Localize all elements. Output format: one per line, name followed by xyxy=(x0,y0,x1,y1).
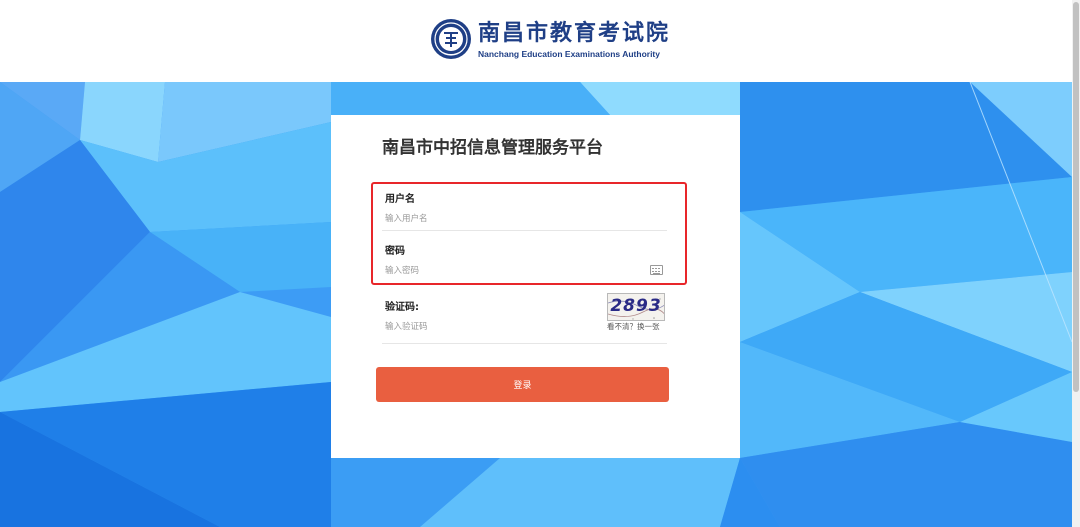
keyboard-icon[interactable] xyxy=(650,265,663,275)
institution-emblem-icon xyxy=(431,19,471,59)
login-button[interactable]: 登录 xyxy=(376,367,669,402)
captcha-refresh-link[interactable]: 看不清？换一张 xyxy=(607,321,660,332)
captcha-label: 验证码: xyxy=(385,302,419,313)
username-label: 用户名 xyxy=(385,194,415,205)
login-card: 南昌市中招信息管理服务平台 用户名 密码 验证码: 2893 看不清？换一张 登… xyxy=(331,115,740,458)
site-logo[interactable]: 南昌市教育考试院 Nanchang Education Examinations… xyxy=(430,18,670,60)
password-input[interactable] xyxy=(385,264,640,278)
password-label: 密码 xyxy=(385,246,405,257)
username-underline xyxy=(382,230,667,231)
captcha-underline xyxy=(382,343,667,344)
captcha-code: 2893 xyxy=(610,296,662,316)
page-scrollbar[interactable] xyxy=(1072,0,1080,527)
logo-chinese-name: 南昌市教育考试院 xyxy=(478,19,671,46)
captcha-image[interactable]: 2893 xyxy=(607,293,665,321)
username-input[interactable] xyxy=(385,212,665,226)
scrollbar-thumb[interactable] xyxy=(1073,2,1079,392)
logo-english-name: Nanchang Education Examinations Authorit… xyxy=(478,48,660,59)
captcha-input[interactable] xyxy=(385,320,585,334)
platform-title: 南昌市中招信息管理服务平台 xyxy=(382,138,603,158)
page-header: 南昌市教育考试院 Nanchang Education Examinations… xyxy=(0,0,1072,82)
